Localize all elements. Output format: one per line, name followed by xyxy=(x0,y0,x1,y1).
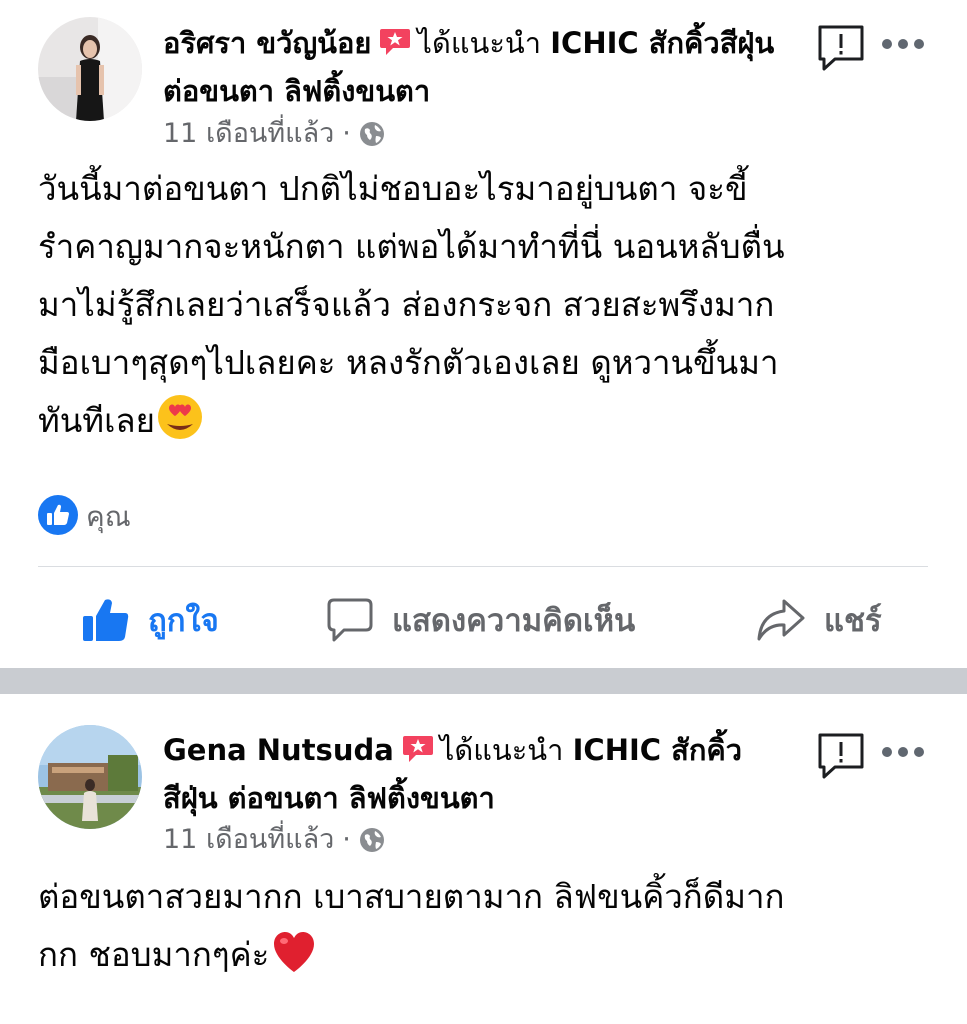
post-meta: 11 เดือนที่แล้ว · xyxy=(163,114,385,159)
recommend-icon xyxy=(402,732,434,776)
post-body: วันนี้มาต่อขนตา ปกติไม่ชอบอะไรมาอยู่บนตา… xyxy=(38,160,938,458)
post-time[interactable]: 11 เดือนที่แล้ว xyxy=(163,824,334,855)
post-body-text: วันนี้มาต่อขนตา ปกติไม่ชอบอะไรมาอยู่บนตา… xyxy=(38,169,785,440)
review-post-2: Gena Nutsuda ได้แนะนำ ICHIC สักคิ้ว สีฝุ่น… xyxy=(0,694,967,1024)
recommend-label: ได้แนะนำ xyxy=(439,733,573,767)
post-body-text: ต่อขนตาสวยมากก เบาสบายตามาก ลิฟขนคิ้วก็ด… xyxy=(38,877,785,974)
like-button[interactable]: ถูกใจ xyxy=(82,590,219,650)
reaction-label: คุณ xyxy=(86,500,131,533)
author-avatar[interactable] xyxy=(38,725,142,829)
report-button[interactable] xyxy=(815,730,867,782)
more-options-button[interactable] xyxy=(882,33,926,53)
review-post-1: อริศรา ขวัญน้อย ได้แนะนำ ICHIC สักคิ้วสีฝ… xyxy=(0,0,967,668)
more-options-button[interactable] xyxy=(882,741,926,761)
post-header: อริศรา ขวัญน้อย ได้แนะนำ ICHIC สักคิ้วสีฝ… xyxy=(163,21,803,113)
heart-eyes-emoji xyxy=(157,394,203,458)
comment-label: แสดงความคิดเห็น xyxy=(392,603,636,639)
red-heart-emoji xyxy=(271,930,317,992)
thumbs-up-icon xyxy=(83,599,129,641)
post-header: Gena Nutsuda ได้แนะนำ ICHIC สักคิ้ว สีฝุ่น… xyxy=(163,728,803,820)
like-label: ถูกใจ xyxy=(148,603,219,639)
like-reaction-icon xyxy=(38,495,78,539)
recommend-label: ได้แนะนำ xyxy=(417,26,551,60)
globe-icon xyxy=(359,825,385,865)
share-icon xyxy=(757,599,805,641)
author-avatar[interactable] xyxy=(38,17,142,121)
author-name[interactable]: อริศรา ขวัญน้อย xyxy=(163,26,371,60)
post-time[interactable]: 11 เดือนที่แล้ว xyxy=(163,118,334,149)
post-body: ต่อขนตาสวยมากก เบาสบายตามาก ลิฟขนคิ้วก็ด… xyxy=(38,868,938,992)
globe-icon xyxy=(359,119,385,159)
share-button[interactable]: แชร์ xyxy=(756,590,882,650)
comment-button[interactable]: แสดงความคิดเห็น xyxy=(326,590,635,650)
divider xyxy=(38,566,928,567)
comment-icon xyxy=(327,598,373,642)
post-meta: 11 เดือนที่แล้ว · xyxy=(163,820,385,865)
reaction-summary[interactable]: คุณ xyxy=(38,495,131,539)
author-name[interactable]: Gena Nutsuda xyxy=(163,733,394,767)
recommend-icon xyxy=(379,25,411,69)
feed-separator xyxy=(0,668,967,694)
report-button[interactable] xyxy=(815,22,867,74)
share-label: แชร์ xyxy=(824,603,882,639)
